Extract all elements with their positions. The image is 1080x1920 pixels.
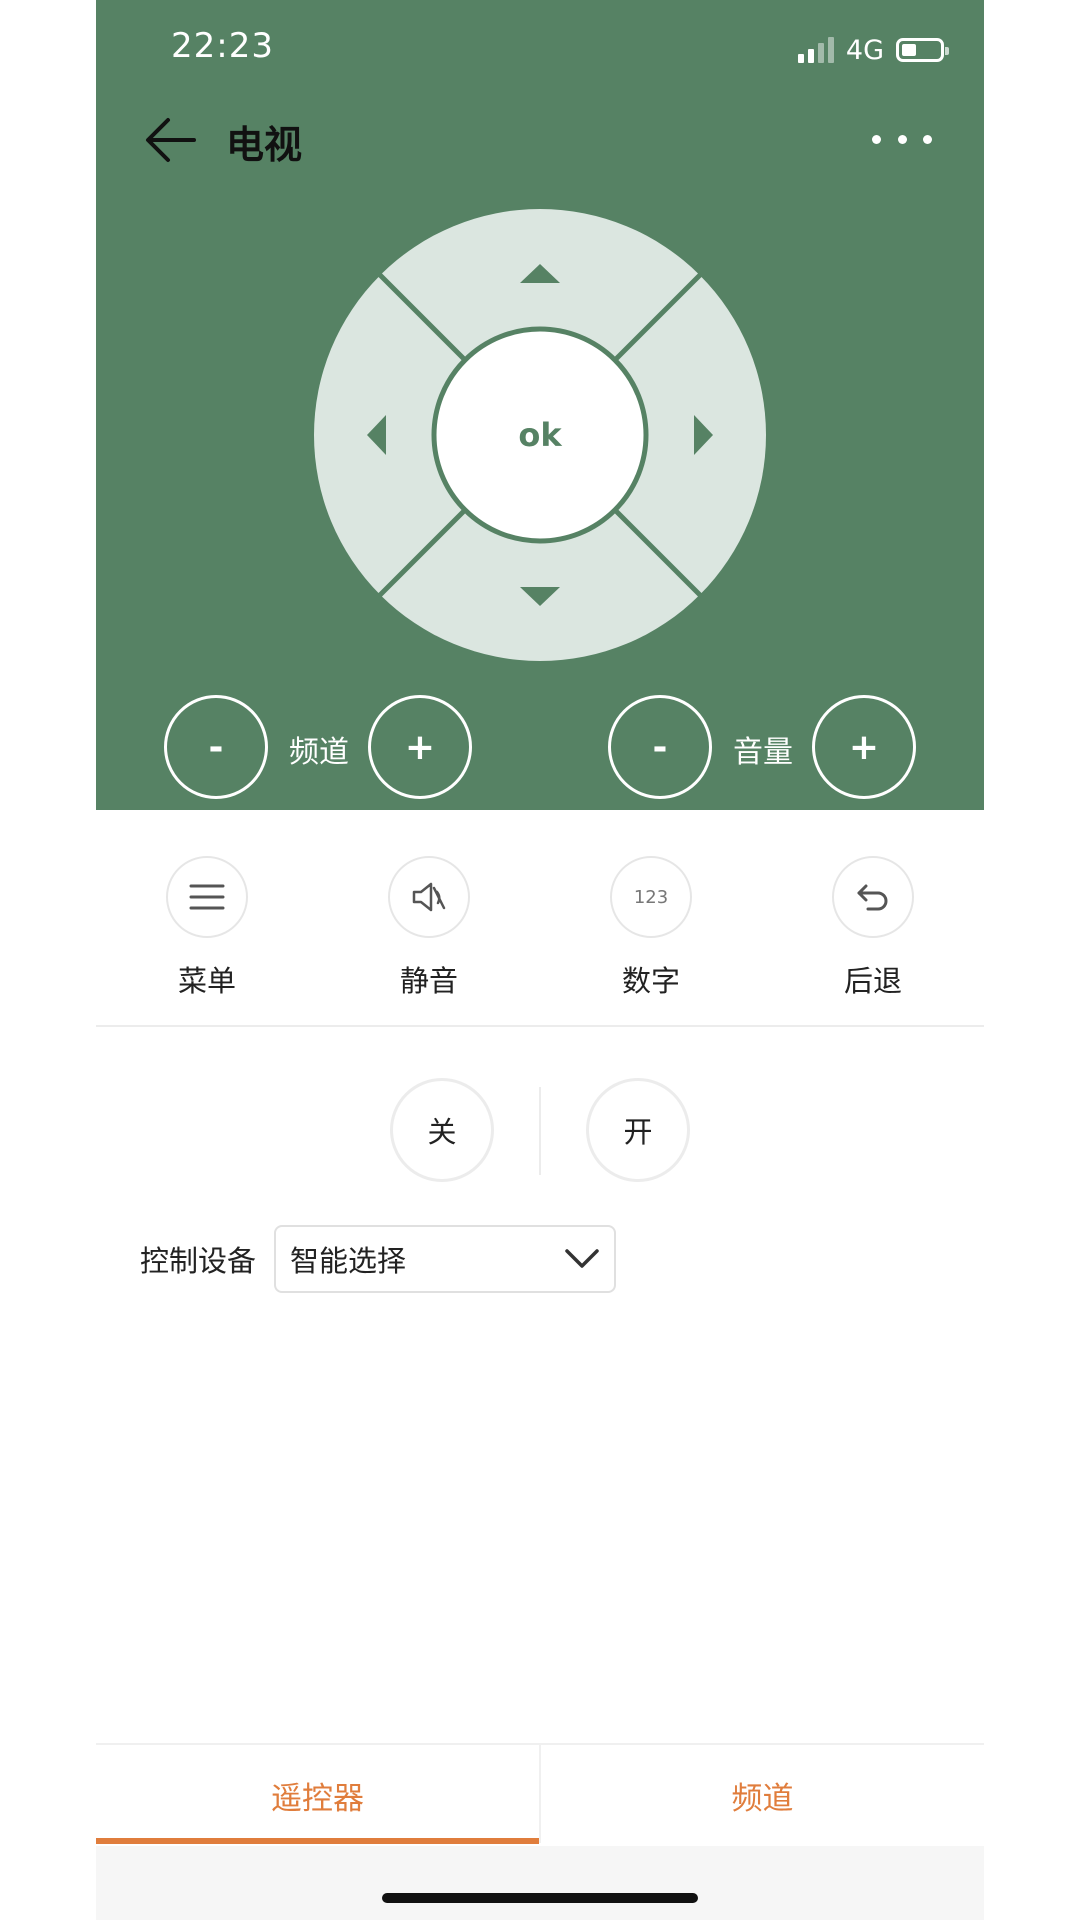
undo-icon <box>857 884 888 911</box>
numbers-circle: 123 <box>610 856 692 938</box>
power-divider <box>539 1087 541 1175</box>
dpad: ok <box>314 209 766 661</box>
chevron-down-icon <box>565 1249 599 1268</box>
control-device-value: 智能选择 <box>290 1244 407 1278</box>
dpad-up-button[interactable] <box>445 209 635 329</box>
volume-down-button[interactable]: - <box>608 695 712 799</box>
more-button[interactable] <box>872 124 932 154</box>
mute-icon <box>412 882 446 912</box>
control-device-select[interactable]: 智能选择 <box>274 1225 616 1293</box>
status-time: 22:23 <box>171 26 274 66</box>
back-function-button[interactable]: 后退 <box>793 856 953 1016</box>
back-function-circle <box>832 856 914 938</box>
active-tab-indicator <box>96 1838 539 1844</box>
tab-remote[interactable]: 遥控器 <box>96 1745 539 1845</box>
status-indicators: 4G <box>797 32 949 68</box>
channel-label: 频道 <box>289 735 349 770</box>
channel-up-button[interactable]: + <box>368 695 472 799</box>
power-on-button[interactable]: 开 <box>586 1078 690 1182</box>
home-indicator-area <box>96 1846 984 1920</box>
more-horizontal-icon <box>872 134 881 144</box>
arrow-left-icon <box>146 118 196 162</box>
numbers-button[interactable]: 123 数字 <box>571 856 731 1016</box>
volume-label: 音量 <box>733 735 793 770</box>
menu-button[interactable]: 菜单 <box>127 856 287 1016</box>
channel-down-button[interactable]: - <box>164 695 268 799</box>
back-button[interactable] <box>144 116 198 164</box>
mute-label: 静音 <box>399 964 458 998</box>
ok-button[interactable]: ok <box>436 331 644 539</box>
back-function-label: 后退 <box>843 964 902 998</box>
control-device-label: 控制设备 <box>140 1244 257 1278</box>
dpad-left-button[interactable] <box>314 340 434 530</box>
numbers-label: 数字 <box>621 964 680 998</box>
tab-channels[interactable]: 频道 <box>541 1745 984 1845</box>
page-title: 电视 <box>226 123 303 167</box>
menu-icon <box>189 884 225 910</box>
menu-label: 菜单 <box>177 964 236 998</box>
remote-header: 22:23 4G 电视 ok - 频道 + - 音量 + <box>96 0 984 810</box>
section-divider <box>96 1025 984 1027</box>
home-indicator[interactable] <box>382 1893 698 1903</box>
menu-circle <box>166 856 248 938</box>
mute-button[interactable]: 静音 <box>349 856 509 1016</box>
network-type: 4G <box>845 34 884 66</box>
dpad-down-button[interactable] <box>445 541 635 661</box>
volume-up-button[interactable]: + <box>812 695 916 799</box>
dpad-right-button[interactable] <box>646 340 766 530</box>
power-off-button[interactable]: 关 <box>390 1078 494 1182</box>
remote-control-screen: 22:23 4G 电视 ok - 频道 + - 音量 + 菜单 静音 123 数… <box>96 0 984 1920</box>
signal-icon <box>797 37 834 63</box>
mute-circle <box>388 856 470 938</box>
numbers-icon: 123 <box>633 886 669 908</box>
battery-icon <box>896 38 949 62</box>
